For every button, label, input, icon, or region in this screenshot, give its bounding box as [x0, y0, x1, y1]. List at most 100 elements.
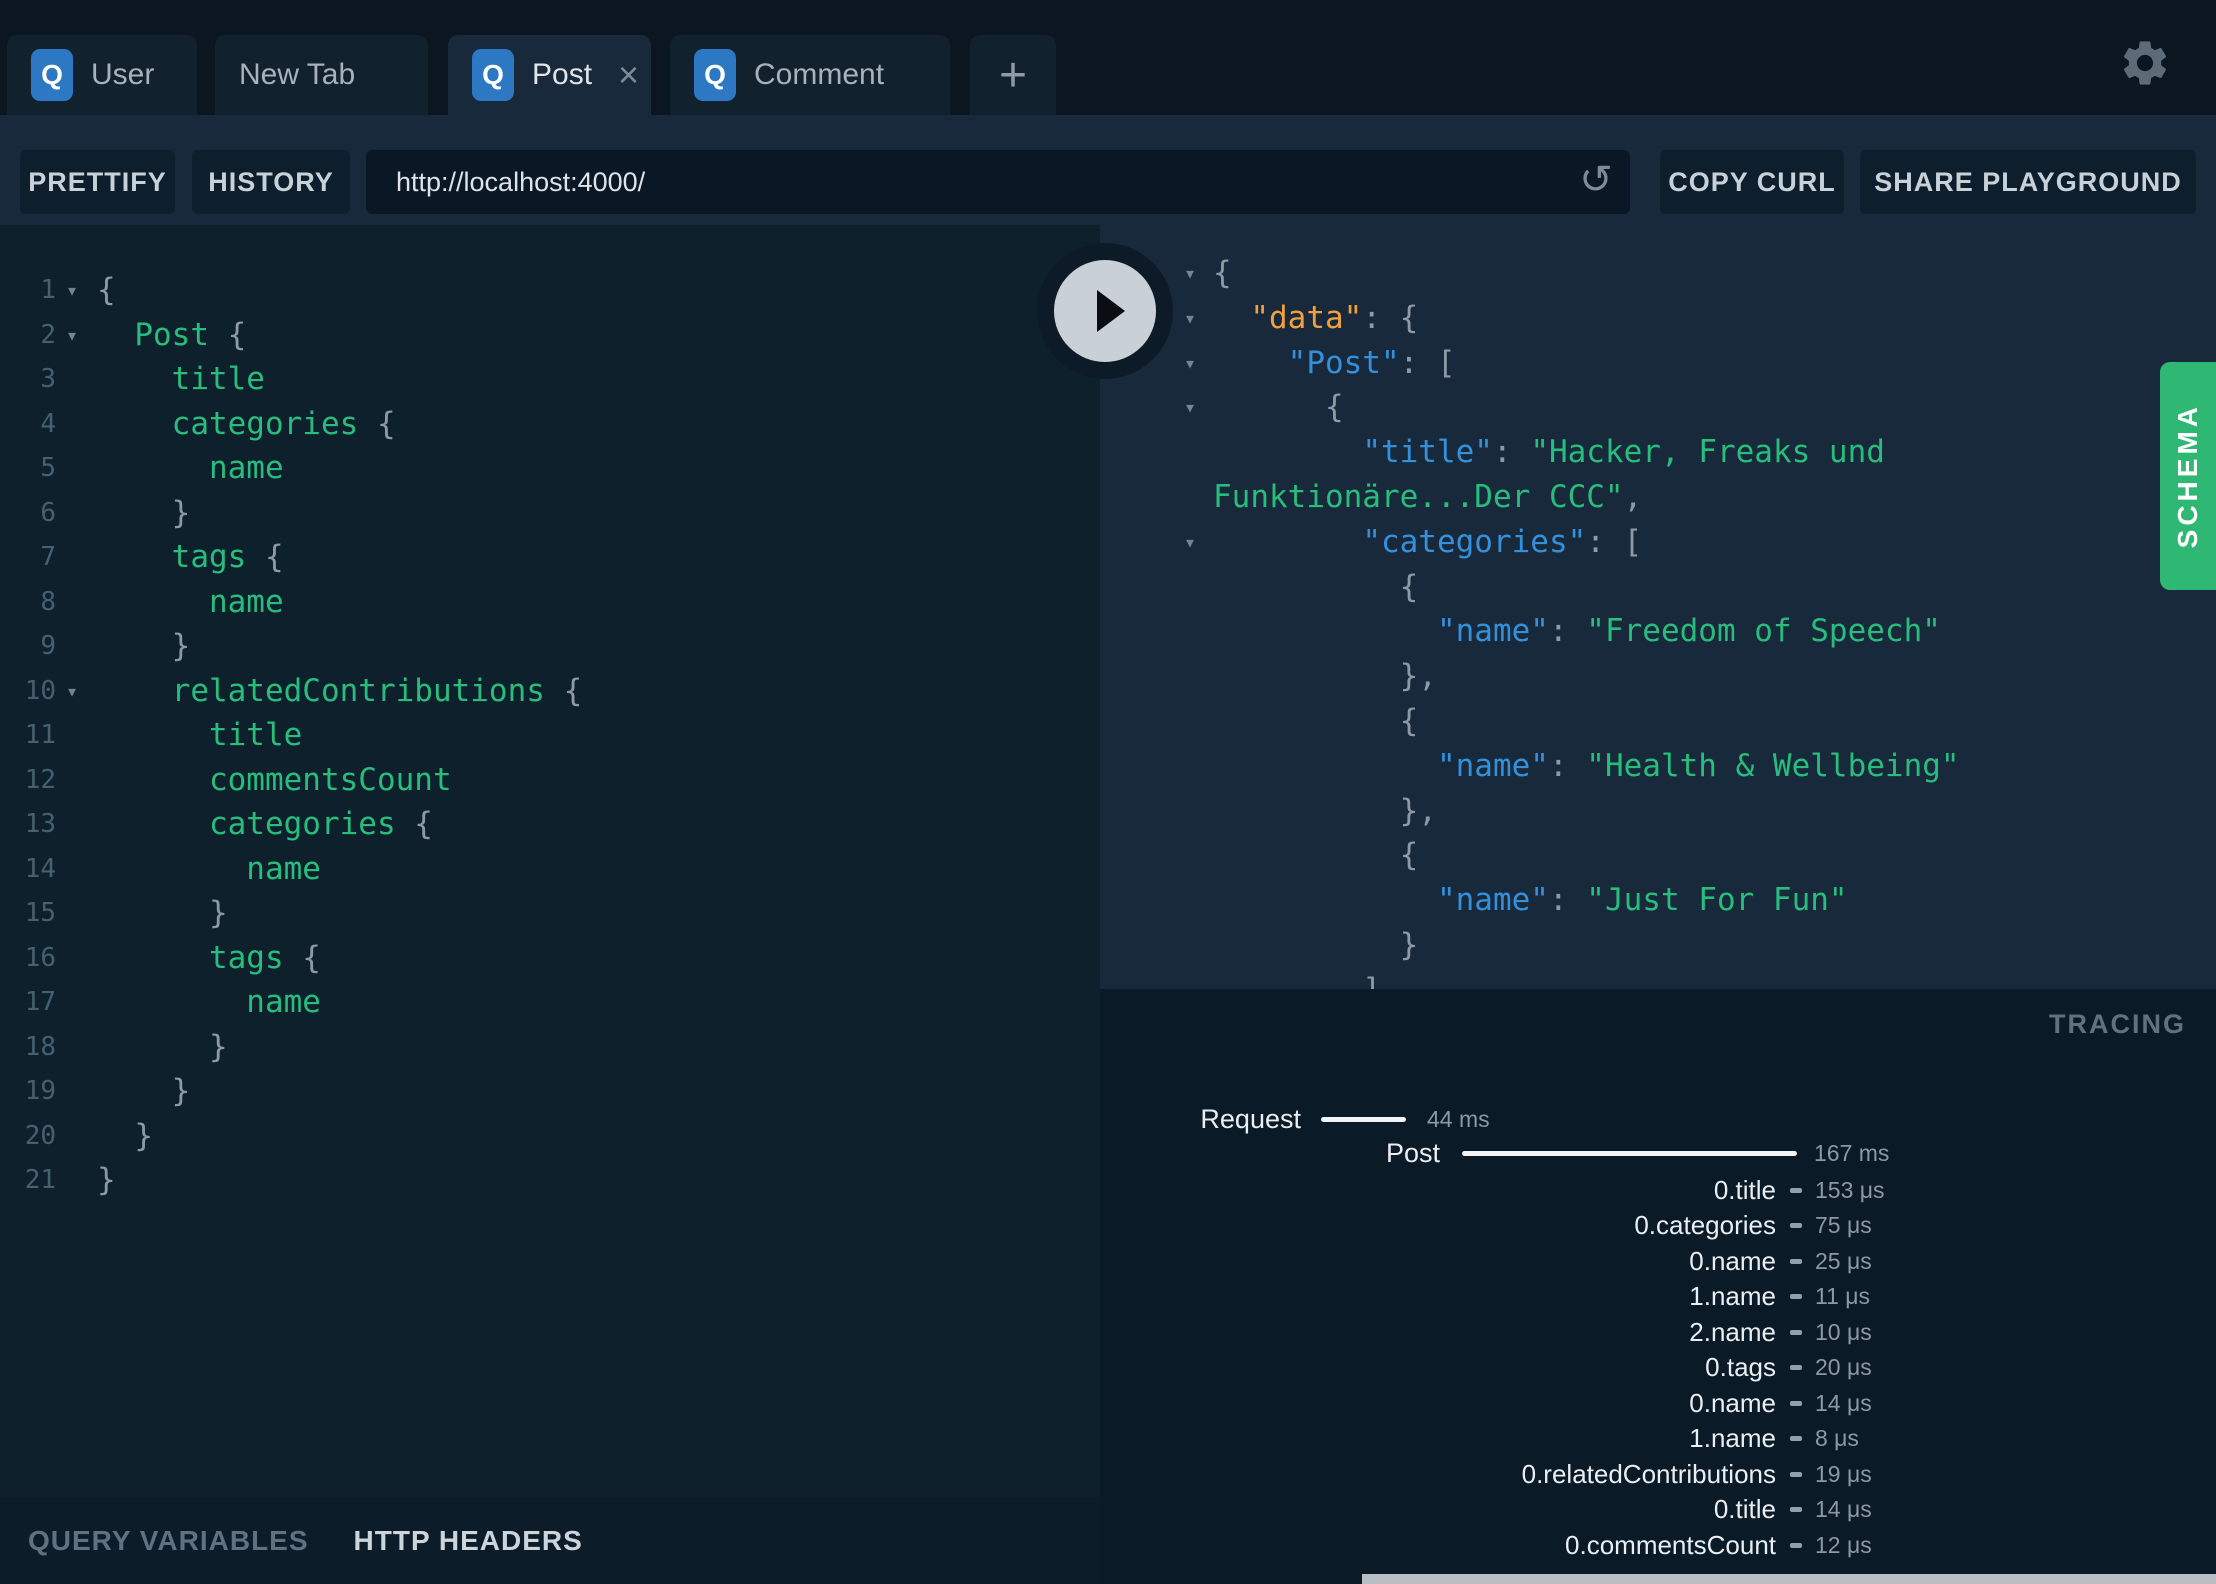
tracing-post-bar	[1462, 1150, 1797, 1156]
tab-label: Post	[532, 58, 593, 91]
tracing-row-value: 12 μs	[1815, 1531, 1872, 1558]
tracing-dash-icon	[1776, 1542, 1815, 1548]
query-line: 14 name	[0, 847, 1100, 892]
tracing-row: 0.commentsCount 12 μs	[1100, 1527, 2216, 1563]
line-number: 10	[24, 675, 56, 706]
http-headers-tab[interactable]: HTTP HEADERS	[354, 1525, 583, 1557]
reload-schema-icon[interactable]: ↺	[1572, 156, 1620, 204]
tracing-panel[interactable]: TRACING Request 44 ms Post 167 ms 0.titl…	[1100, 989, 2216, 1584]
tracing-row-value: 10 μs	[1815, 1318, 1872, 1345]
line-number: 4	[40, 408, 56, 439]
fold-arrow-icon[interactable]: ▾	[1184, 520, 1196, 565]
tracing-row-label: 0.tags	[1705, 1352, 1776, 1382]
tracing-dash-icon	[1776, 1507, 1815, 1512]
tracing-row-label: 0.relatedContributions	[1521, 1458, 1776, 1489]
fold-arrow-icon[interactable]: ▾	[1184, 296, 1196, 341]
tracing-row-value: 8 μs	[1815, 1425, 1859, 1451]
tracing-row: 0.name 14 μs	[1100, 1385, 2216, 1421]
tracing-post-row: Post 167 ms	[1100, 1135, 2216, 1171]
fold-arrow-icon[interactable]: ▾	[1184, 251, 1196, 296]
graphql-playground: Q User New Tab Q Post × Q Comment + PRETTIFY HIS…	[0, 0, 2216, 1584]
line-number: 9	[40, 631, 56, 661]
response-line: "name": "Freedom of Speech"	[1436, 613, 1941, 650]
query-line: 16 tags {	[0, 936, 1100, 981]
share-playground-button[interactable]: SHARE PLAYGROUND	[1860, 150, 2196, 214]
line-number: 16	[24, 942, 56, 973]
response-viewer[interactable]: ▾{▾ "data": {▾ "Post": [▾ { "title": "Ha…	[1100, 225, 2216, 989]
tracing-row-value: 14 μs	[1815, 1496, 1872, 1522]
line-number: 1	[40, 275, 56, 305]
fold-arrow-icon[interactable]: ▾	[66, 669, 78, 714]
response-line: ▾ "Post": [	[1100, 341, 2216, 386]
response-line: },	[1213, 792, 1437, 829]
endpoint-url-input[interactable]	[366, 150, 1630, 214]
tracing-row-value: 153 μs	[1815, 1176, 1885, 1203]
tab-label: New Tab	[239, 58, 356, 91]
tracing-row: 0.title 14 μs	[1100, 1492, 2216, 1528]
line-number: 15	[24, 898, 56, 928]
response-line: "name": "Just For Fun"	[1436, 882, 1848, 919]
query-line: 2 ▾ Post {	[0, 313, 1100, 358]
query-badge: Q	[472, 49, 514, 101]
tab-post[interactable]: Q Post ×	[448, 35, 651, 115]
tracing-request-value: 44 ms	[1427, 1105, 1490, 1132]
query-line: 3 title	[0, 357, 1100, 402]
tracing-dash-icon	[1776, 1294, 1815, 1299]
query-line: 7 tags {	[0, 535, 1100, 580]
tracing-row: 0.tags 20 μs	[1100, 1350, 2216, 1386]
query-badge: Q	[694, 49, 736, 101]
tab-user[interactable]: Q User	[7, 35, 197, 115]
tracing-row-label: 2.name	[1689, 1316, 1776, 1347]
response-line: {	[1213, 837, 1419, 874]
tracing-dash-icon	[1776, 1471, 1815, 1477]
tab-new-tab[interactable]: New Tab	[215, 35, 428, 115]
line-number: 8	[40, 586, 56, 617]
line-number: 19	[24, 1076, 56, 1106]
horizontal-scrollbar[interactable]	[1362, 1574, 2216, 1584]
execute-query-button[interactable]	[1037, 243, 1173, 379]
query-line: 8 name	[0, 580, 1100, 625]
response-line: }	[1213, 926, 1419, 963]
fold-arrow-icon[interactable]: ▾	[1184, 341, 1196, 386]
tracing-row-label: 0.title	[1713, 1494, 1776, 1524]
tracing-dash-icon	[1776, 1187, 1815, 1193]
query-line: 9 }	[0, 624, 1100, 669]
tracing-dash-icon	[1776, 1400, 1815, 1406]
fold-arrow-icon[interactable]: ▾	[1184, 385, 1196, 430]
prettify-button[interactable]: PRETTIFY	[20, 150, 175, 214]
response-line: ▾{	[1100, 251, 2216, 296]
close-icon[interactable]: ×	[618, 57, 639, 93]
query-line: 5 name	[0, 446, 1100, 491]
schema-tab[interactable]: SCHEMA	[2160, 362, 2216, 590]
query-line: 6 }	[0, 491, 1100, 536]
tracing-row-value: 25 μs	[1815, 1247, 1872, 1274]
editor-footer: QUERY VARIABLES HTTP HEADERS	[0, 1497, 1100, 1584]
tracing-row: 0.categories 75 μs	[1100, 1208, 2216, 1244]
query-editor[interactable]: 1 ▾{2 ▾ Post {3 title 4 categories {5 name 6…	[0, 225, 1100, 1497]
tracing-row-label: 0.commentsCount	[1565, 1529, 1776, 1560]
settings-gear-icon[interactable]	[2118, 36, 2172, 90]
copy-curl-button[interactable]: COPY CURL	[1660, 150, 1844, 214]
tracing-row-value: 11 μs	[1815, 1283, 1871, 1309]
query-line: 1 ▾{	[0, 268, 1100, 313]
query-line: 11 title	[0, 713, 1100, 758]
line-number: 13	[24, 809, 56, 839]
fold-arrow-icon[interactable]: ▾	[66, 313, 78, 358]
query-variables-tab[interactable]: QUERY VARIABLES	[28, 1525, 309, 1557]
tracing-row-label: 1.name	[1689, 1281, 1776, 1311]
line-number: 5	[40, 453, 56, 483]
tab-label: User	[91, 58, 155, 91]
response-line: {	[1213, 568, 1419, 605]
new-tab-button[interactable]: +	[970, 35, 1056, 115]
tracing-dash-icon	[1776, 1329, 1815, 1335]
query-line: 4 categories {	[0, 402, 1100, 447]
tracing-row: 0.title 153 μs	[1100, 1172, 2216, 1208]
tracing-post-label: Post	[1385, 1137, 1440, 1168]
fold-arrow-icon[interactable]: ▾	[66, 268, 78, 313]
line-number: 12	[24, 764, 56, 795]
history-button[interactable]: HISTORY	[192, 150, 350, 214]
tracing-request-bar	[1321, 1116, 1406, 1122]
query-line: 20 }	[0, 1114, 1100, 1159]
tab-comment[interactable]: Q Comment	[670, 35, 950, 115]
tracing-row: 1.name 11 μs	[1100, 1279, 2216, 1315]
